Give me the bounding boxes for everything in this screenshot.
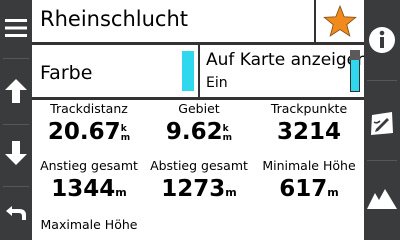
stat-label: Trackpunkte (270, 101, 348, 116)
stat-track-distance: Trackdistanz 20.67k m (34, 101, 144, 147)
color-label: Farbe (40, 62, 93, 84)
arrow-up-icon (5, 79, 27, 103)
stat-label: Abstieg gesamt (150, 158, 248, 173)
favorite-button[interactable] (314, 0, 364, 42)
show-on-map-value: Ein (206, 75, 228, 91)
scrollbar-cap (350, 50, 360, 60)
color-swatch (182, 51, 194, 91)
stat-total-ascent: Anstieg gesamt 1344m (34, 158, 144, 208)
right-toolbar (364, 0, 400, 240)
elevation-profile-button[interactable] (364, 178, 400, 218)
stat-total-descent: Abstieg gesamt 1273m (144, 158, 254, 208)
show-on-map-option[interactable]: Auf Karte anzeigen Ein (200, 45, 364, 97)
show-on-map-label: Auf Karte anzeigen (206, 50, 364, 70)
options-row: Farbe Auf Karte anzeigen Ein (32, 45, 364, 100)
stat-value: 1344m (51, 176, 127, 202)
back-button[interactable] (0, 192, 32, 234)
stat-label: Minimale Höhe (262, 158, 356, 173)
stat-track-points: Trackpunkte 3214 (254, 101, 364, 147)
left-toolbar (0, 0, 32, 240)
info-icon (369, 27, 395, 53)
track-details-panel: Rheinschlucht Farbe Auf Karte anzeigen E… (32, 0, 364, 240)
stat-area: Gebiet 9.62k m (144, 101, 254, 147)
stat-value: 3214 (276, 119, 341, 145)
map-edit-button[interactable] (364, 98, 400, 148)
color-option[interactable]: Farbe (32, 45, 200, 97)
title-row: Rheinschlucht (32, 0, 364, 45)
stat-value: 617m (279, 176, 339, 202)
scroll-down-button[interactable] (0, 128, 32, 178)
menu-button[interactable] (0, 8, 32, 48)
stat-value: 20.67k m (47, 119, 131, 145)
stat-min-elevation: Minimale Höhe 617m (254, 158, 364, 208)
stat-label: Anstieg gesamt (40, 158, 138, 173)
arrow-down-icon (5, 141, 27, 165)
stat-value: 1273m (161, 176, 237, 202)
track-name[interactable]: Rheinschlucht (40, 7, 188, 31)
elevation-profile-icon (367, 189, 397, 209)
stat-label: Trackdistanz (50, 101, 128, 116)
stat-max-elevation: Maximale Höhe (34, 217, 144, 232)
back-icon (6, 206, 26, 220)
info-button[interactable] (364, 20, 400, 60)
stat-value: 9.62k m (165, 119, 233, 145)
stat-label: Maximale Höhe (40, 217, 138, 232)
stat-label: Gebiet (178, 101, 220, 116)
scroll-up-button[interactable] (0, 66, 32, 116)
map-edit-icon (371, 112, 393, 135)
menu-icon (5, 19, 27, 37)
star-icon (323, 4, 357, 37)
